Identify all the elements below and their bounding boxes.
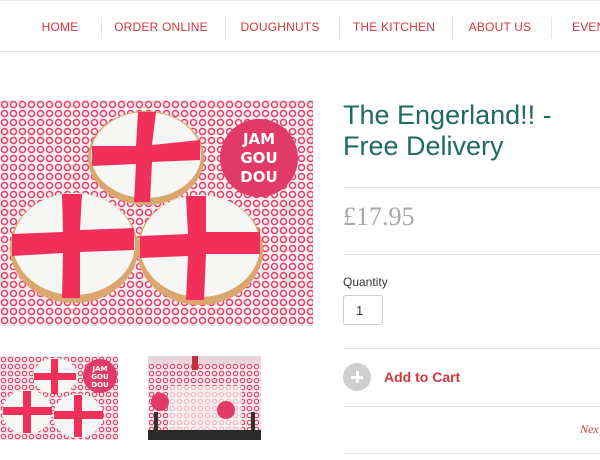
nav-divider <box>551 17 552 39</box>
divider <box>343 187 600 188</box>
thumb-logo-line-1: JAM <box>92 365 108 373</box>
thumbnail-1[interactable]: JAM GOU DOU <box>0 356 118 440</box>
product-title: The Engerland!! - Free Delivery <box>343 100 552 161</box>
divider <box>343 254 600 255</box>
product-price: £17.95 <box>343 202 415 231</box>
nav-divider <box>452 17 453 39</box>
nav-divider <box>225 17 226 39</box>
quantity-label: Quantity <box>343 275 388 289</box>
logo-line-2: GOU <box>240 149 277 167</box>
nav-home[interactable]: HOME <box>36 1 84 53</box>
product-main-image[interactable]: JAM GOU DOU <box>0 100 313 326</box>
nav-divider <box>101 17 102 39</box>
divider <box>343 453 600 454</box>
nav-events[interactable]: EVEN <box>572 1 600 53</box>
nav-order-online[interactable]: ORDER ONLINE <box>114 1 208 53</box>
nav-divider <box>339 17 340 39</box>
thumb-logo-line-3: DOU <box>91 381 109 389</box>
doughnut-top <box>88 111 204 205</box>
doughnut-left <box>10 193 138 303</box>
doughnut-right <box>137 195 263 305</box>
logo-line-3: DOU <box>240 168 277 186</box>
thumbnail-photo-1: JAM GOU DOU <box>0 356 118 440</box>
nav-doughnuts[interactable]: DOUGHNUTS <box>240 1 319 53</box>
logo-line-1: JAM <box>242 130 275 148</box>
next-product-link[interactable]: Nex <box>580 422 599 437</box>
thumbnail-photo-2 <box>148 356 261 440</box>
plus-icon <box>343 363 371 391</box>
nav-about-us[interactable]: ABOUT US <box>469 1 532 53</box>
add-to-cart-label: Add to Cart <box>384 369 461 385</box>
thumb-logo-line-2: GOU <box>91 373 109 381</box>
nav-the-kitchen[interactable]: THE KITCHEN <box>353 1 435 53</box>
divider <box>343 348 600 349</box>
product-photo: JAM GOU DOU <box>0 100 313 326</box>
main-nav: HOME ORDER ONLINE DOUGHNUTS THE KITCHEN … <box>0 0 600 52</box>
thumbnail-2[interactable] <box>148 356 261 440</box>
quantity-input[interactable] <box>343 295 383 325</box>
add-to-cart-button[interactable]: Add to Cart <box>343 363 460 391</box>
divider <box>343 406 600 407</box>
